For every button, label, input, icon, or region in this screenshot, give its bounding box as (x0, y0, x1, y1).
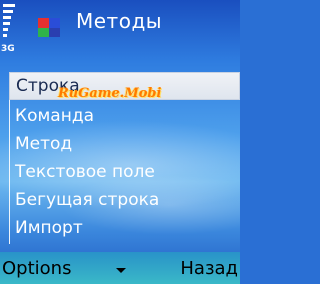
softkey-bar: Options Назад (0, 252, 240, 284)
page-title: Методы (76, 9, 163, 33)
list-item-text-field[interactable]: Текстовое поле (9, 158, 240, 186)
options-softkey[interactable]: Options (2, 258, 71, 279)
list-item-komanda[interactable]: Команда (9, 102, 240, 130)
network-type-label: 3G (1, 44, 15, 54)
list-item-metod[interactable]: Метод (9, 130, 240, 158)
back-softkey[interactable]: Назад (180, 258, 238, 279)
flag-app-icon (38, 18, 60, 37)
list-item-label: Бегущая строка (15, 190, 160, 210)
list-item-import[interactable]: Импорт (9, 214, 240, 242)
signal-strength-icon (3, 2, 17, 42)
list-item-label: Команда (15, 106, 94, 126)
list-item-label: Метод (15, 134, 73, 154)
watermark-logo: RuGame.Mobi (58, 86, 162, 101)
list-item-label: Текстовое поле (15, 162, 155, 182)
list-item-ticker[interactable]: Бегущая строка (9, 186, 240, 214)
chevron-down-icon[interactable] (116, 268, 126, 273)
screen: 3G Методы Строка Команда Метод Текстовое… (0, 0, 240, 284)
list-item-label: Импорт (15, 218, 83, 238)
